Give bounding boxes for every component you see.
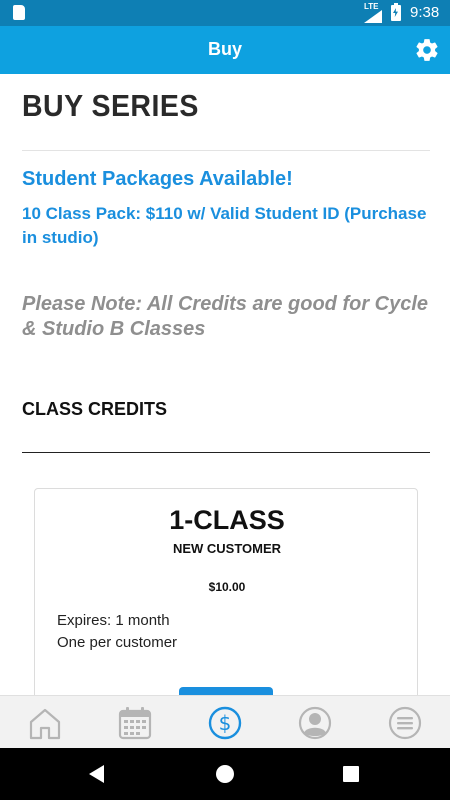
status-time: 9:38 (410, 4, 440, 21)
package-card[interactable]: 1-CLASS NEW CUSTOMER $10.00 Expires: 1 m… (34, 488, 418, 728)
divider (22, 150, 430, 151)
app-bar: Buy (0, 26, 450, 74)
menu-icon (388, 706, 422, 740)
signal-icon (364, 10, 382, 23)
nav-menu[interactable] (360, 696, 450, 749)
home-button-icon[interactable] (216, 765, 234, 783)
page-title: BUY SERIES (22, 88, 199, 123)
credits-note: Please Note: All Credits are good for Cy… (22, 293, 429, 340)
status-bar: LTE 9:38 (0, 0, 450, 26)
app-bar-title: Buy (207, 39, 242, 59)
dollar-icon: $ (208, 706, 242, 740)
profile-icon (298, 706, 332, 740)
package-expiry: Expires: 1 month (57, 612, 170, 629)
system-nav-bar (0, 748, 450, 800)
home-icon (29, 708, 61, 740)
section-divider (22, 452, 430, 453)
gear-icon[interactable] (414, 37, 440, 63)
package-title: 1-CLASS (169, 505, 285, 535)
package-subtitle: NEW CUSTOMER (172, 541, 282, 556)
svg-text:$: $ (219, 711, 232, 735)
section-heading-class-credits: CLASS CREDITS (22, 399, 168, 419)
nav-profile[interactable] (270, 696, 360, 749)
battery-charging-icon (391, 3, 401, 21)
promo-heading: Student Packages Available! (22, 168, 293, 190)
package-price: $10.00 (208, 580, 246, 594)
nav-schedule[interactable] (90, 696, 180, 749)
nav-home[interactable] (0, 696, 90, 749)
nav-buy[interactable]: $ (180, 696, 270, 749)
back-icon[interactable] (89, 765, 104, 783)
promo-detail: 10 Class Pack: $110 w/ Valid Student ID … (22, 204, 427, 247)
calendar-icon (118, 707, 152, 740)
package-limit: One per customer (57, 634, 178, 651)
recent-apps-icon[interactable] (343, 766, 359, 782)
bottom-nav: $ (0, 695, 450, 748)
sd-card-icon (13, 5, 25, 20)
